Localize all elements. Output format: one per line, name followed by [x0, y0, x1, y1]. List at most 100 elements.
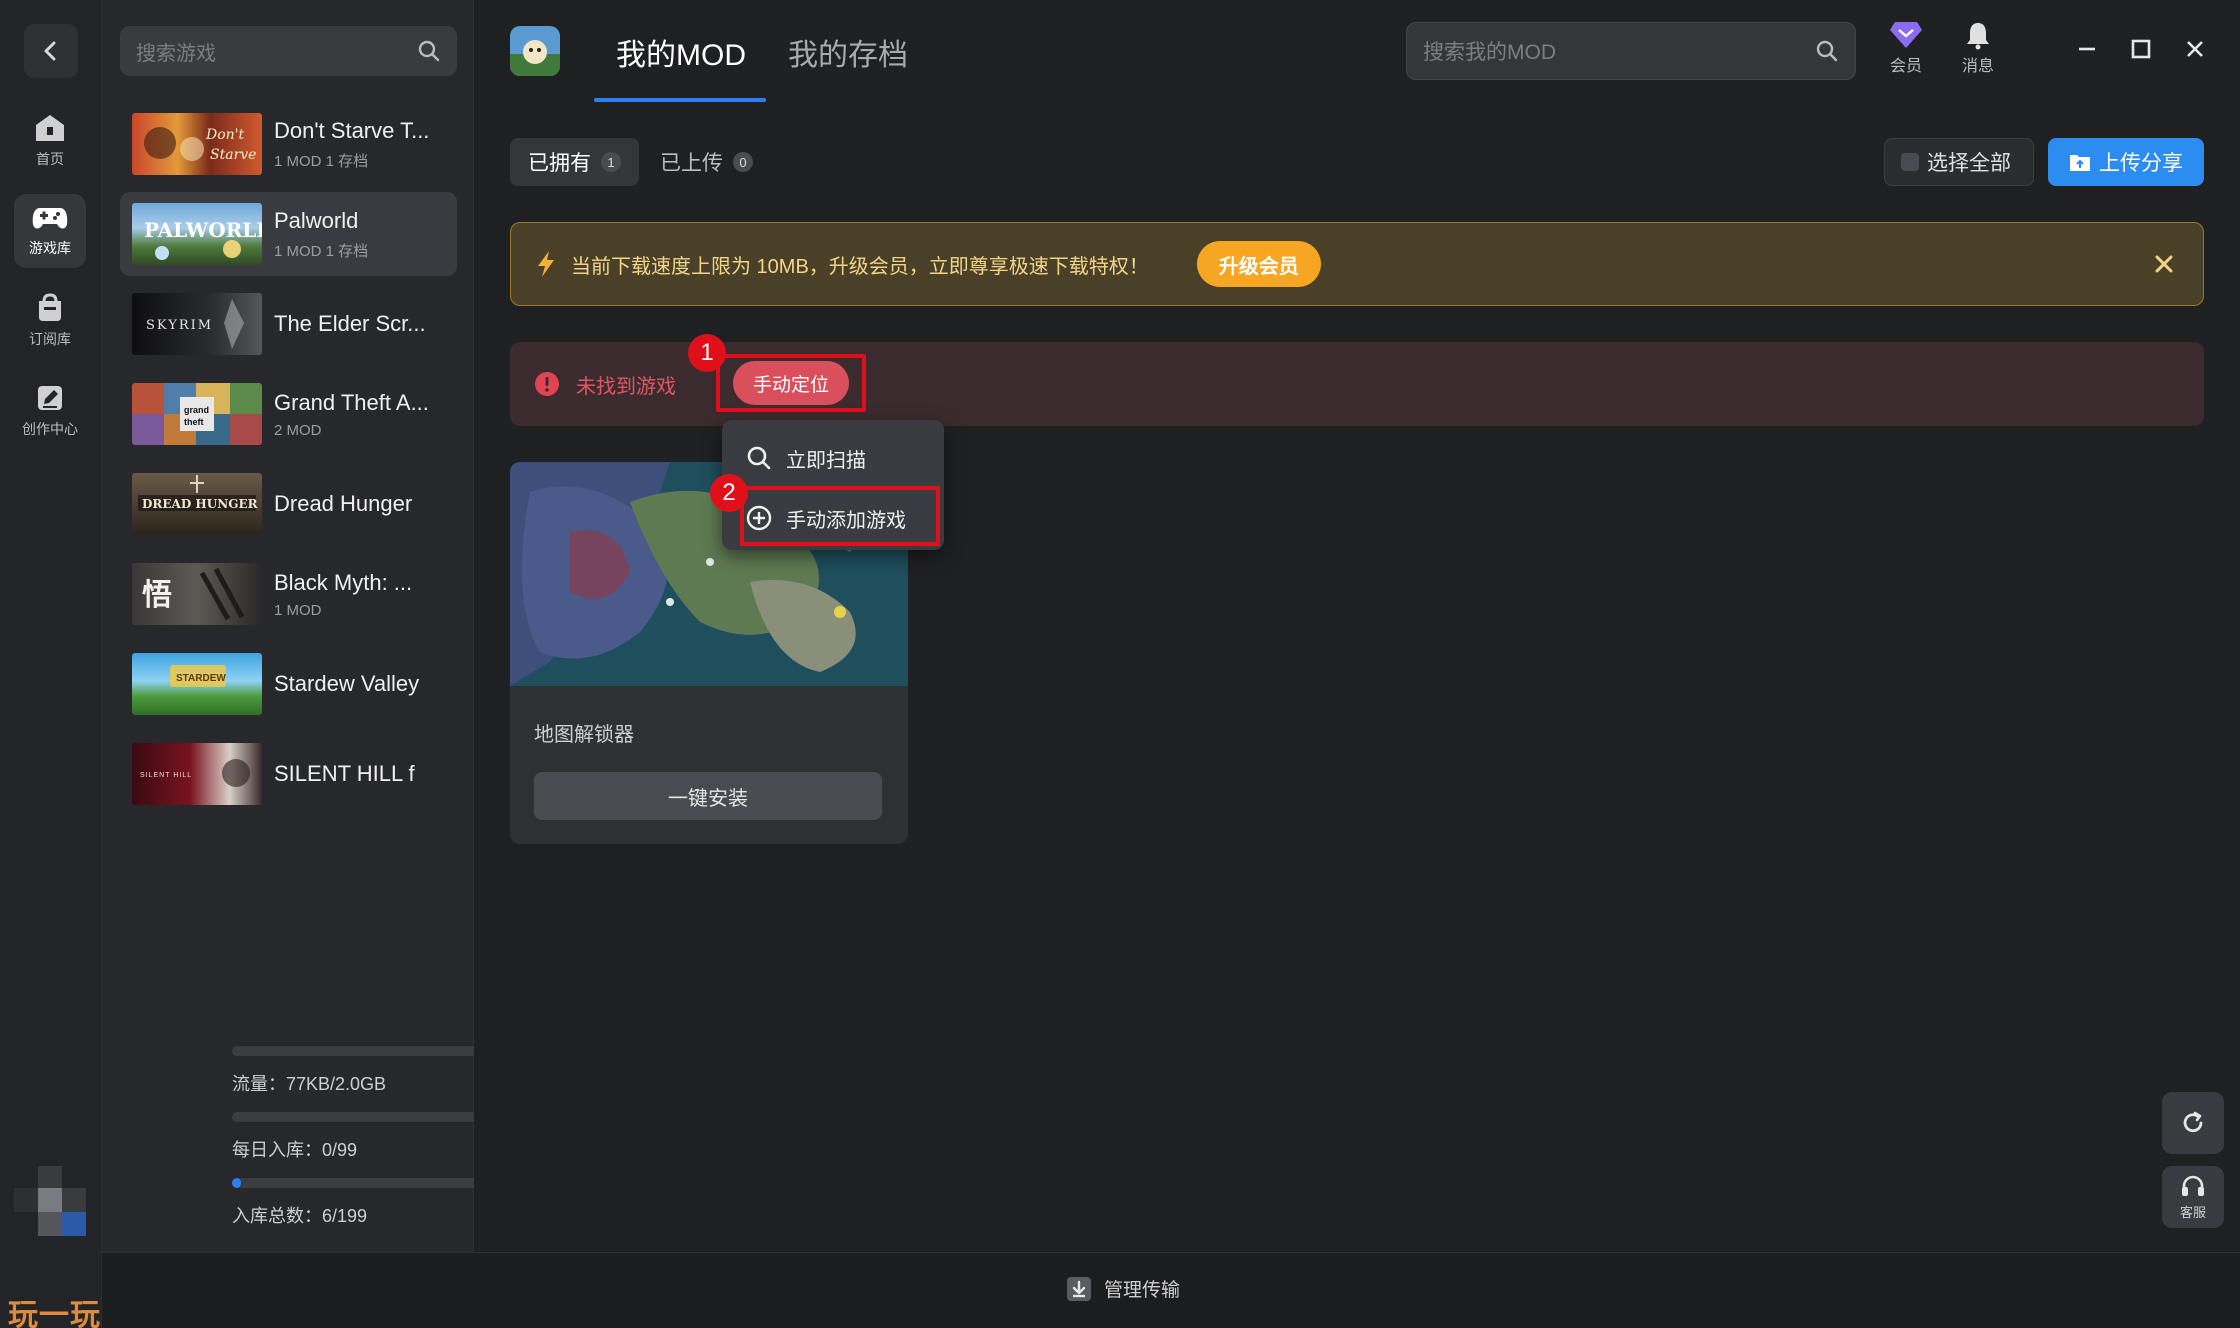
svg-text:grand: grand — [184, 405, 209, 415]
menu-item-scan[interactable]: 立即扫描 — [722, 430, 944, 486]
service-label: 客服 — [2179, 1204, 2206, 1220]
game-item-black-myth[interactable]: 悟 Black Myth: ... 1 MOD — [120, 552, 457, 636]
minimize-button[interactable] — [2072, 34, 2102, 64]
mod-title: 地图解锁器 — [534, 724, 634, 746]
game-thumbnail: SKYRIM — [132, 293, 262, 355]
rail-item-label: 订阅库 — [29, 331, 71, 347]
error-icon — [535, 372, 559, 396]
close-icon — [2187, 41, 2203, 57]
tab-my-mod[interactable]: 我的MOD — [616, 30, 746, 74]
rail-item-home[interactable]: 首页 — [14, 104, 86, 178]
game-item-stardew-valley[interactable]: STARDEW Stardew Valley — [120, 642, 457, 726]
svg-text:SKYRIM: SKYRIM — [146, 318, 213, 333]
mod-search-input[interactable]: 搜索我的MOD — [1406, 22, 1856, 80]
search-icon[interactable] — [417, 39, 441, 63]
svg-text:Starve: Starve — [210, 147, 256, 163]
nav-rail: 首页 游戏库 订阅库 创作中心 玩一玩 — [0, 0, 102, 1328]
upload-share-button[interactable]: 上传分享 — [2048, 138, 2204, 186]
messages-button[interactable]: 消息 — [1948, 20, 2008, 76]
stat-label: 流量：77KB/2.0GB — [232, 1074, 387, 1094]
avatar[interactable] — [14, 1166, 88, 1236]
rail-item-creator[interactable]: 创作中心 — [14, 374, 86, 448]
upload-folder-icon — [2070, 155, 2090, 171]
svg-text:theft: theft — [184, 417, 204, 427]
close-icon[interactable] — [2151, 251, 2177, 277]
game-thumbnail: DREAD HUNGER — [132, 473, 262, 535]
filter-owned[interactable]: 已拥有 1 — [510, 138, 639, 186]
app-window: 首页 游戏库 订阅库 创作中心 玩一玩 搜索游戏 Don't Starve Do… — [0, 0, 2240, 1328]
home-icon — [36, 115, 64, 141]
rail-item-label: 创作中心 — [22, 421, 78, 437]
vip-promo-banner: 当前下载速度上限为 10MB，升级会员，立即尊享极速下载特权！ 升级会员 — [510, 222, 2204, 306]
search-icon — [747, 446, 771, 470]
rail-item-label: 首页 — [36, 151, 64, 167]
select-all-checkbox[interactable]: 选择全部 — [1884, 138, 2034, 186]
uploaded-count-badge: 0 — [733, 152, 753, 172]
game-thumbnail: 悟 — [132, 563, 262, 625]
step-marker-2: 2 — [710, 474, 748, 512]
rail-item-subscriptions[interactable]: 订阅库 — [14, 284, 86, 358]
owned-count-badge: 1 — [601, 152, 621, 172]
diamond-icon — [1890, 22, 1922, 48]
game-name: Grand Theft A... — [274, 389, 429, 415]
highlight-box-1: 手动定位 — [716, 354, 866, 412]
tab-my-saves[interactable]: 我的存档 — [788, 30, 908, 74]
one-click-install-button[interactable]: 一键安装 — [534, 772, 882, 820]
game-name: Stardew Valley — [274, 671, 420, 696]
active-tab-indicator — [594, 98, 766, 102]
stat-label: 每日入库：0/99 — [232, 1140, 358, 1160]
game-item-silent-hill[interactable]: SILENT HILL SILENT HILL f — [120, 732, 457, 816]
game-name: The Elder Scr... — [274, 311, 426, 336]
mod-search-placeholder: 搜索我的MOD — [1423, 41, 1556, 64]
game-item-dread-hunger[interactable]: DREAD HUNGER Dread Hunger — [120, 462, 457, 546]
rail-item-label: 游戏库 — [29, 240, 71, 256]
game-thumbnail: SILENT HILL — [132, 743, 262, 805]
svg-text:SILENT HILL: SILENT HILL — [140, 772, 192, 779]
svg-text:悟: 悟 — [142, 578, 172, 613]
manage-transfer-button[interactable]: 管理传输 — [1066, 1275, 1180, 1302]
game-name: Palworld — [274, 207, 359, 233]
customer-service-button[interactable]: 客服 — [2162, 1166, 2224, 1228]
gamepad-icon — [32, 208, 68, 229]
game-thumbnail: Don't Starve — [132, 113, 262, 175]
menu-item-label: 立即扫描 — [786, 449, 866, 472]
back-button[interactable] — [24, 24, 78, 78]
manual-locate-button[interactable]: 手动定位 — [732, 361, 849, 405]
close-window-button[interactable] — [2180, 34, 2210, 64]
edit-icon — [38, 386, 62, 410]
step-marker-1: 1 — [688, 334, 726, 372]
upload-label: 上传分享 — [2099, 152, 2183, 175]
game-item-dont-starve[interactable]: Don't Starve Don't Starve T... 1 MOD 1 存档 — [120, 102, 457, 186]
refresh-button[interactable] — [2162, 1092, 2224, 1154]
upgrade-vip-button[interactable]: 升级会员 — [1196, 241, 1321, 287]
chevron-left-icon — [44, 41, 56, 61]
search-icon[interactable] — [1815, 39, 1839, 63]
headset-icon — [2182, 1175, 2204, 1196]
vip-button[interactable]: 会员 — [1876, 20, 1936, 76]
game-item-elder-scrolls[interactable]: SKYRIM The Elder Scr... — [120, 282, 457, 366]
transfer-label: 管理传输 — [1104, 1280, 1181, 1301]
game-search-input[interactable]: 搜索游戏 — [120, 26, 457, 76]
game-meta: 1 MOD — [274, 601, 322, 619]
palworld-app-icon — [510, 26, 560, 76]
game-thumbnail: grand theft — [132, 383, 262, 445]
game-item-gta[interactable]: grand theft Grand Theft A... 2 MOD — [120, 372, 457, 456]
game-name: Dread Hunger — [274, 491, 413, 516]
game-name: Black Myth: ... — [274, 569, 413, 595]
vip-label: 会员 — [1889, 58, 1922, 75]
svg-text:Don't: Don't — [205, 127, 245, 143]
filter-uploaded[interactable]: 已上传 0 — [642, 138, 771, 186]
maximize-button[interactable] — [2126, 34, 2156, 64]
game-item-palworld[interactable]: PALWORLD Palworld 1 MOD 1 存档 — [120, 192, 457, 276]
highlight-box-2 — [740, 486, 940, 546]
game-meta: 1 MOD 1 存档 — [274, 242, 369, 260]
game-name: Don't Starve T... — [274, 117, 430, 143]
brand-logo: 玩一玩 — [8, 1298, 101, 1328]
bell-icon — [1967, 23, 1989, 50]
uploaded-label: 已上传 — [660, 152, 723, 175]
game-meta: 2 MOD — [274, 421, 322, 439]
select-all-label: 选择全部 — [1927, 152, 2011, 175]
rail-item-library[interactable]: 游戏库 — [14, 194, 86, 268]
svg-text:STARDEW: STARDEW — [176, 673, 226, 684]
lightning-icon — [538, 251, 554, 277]
